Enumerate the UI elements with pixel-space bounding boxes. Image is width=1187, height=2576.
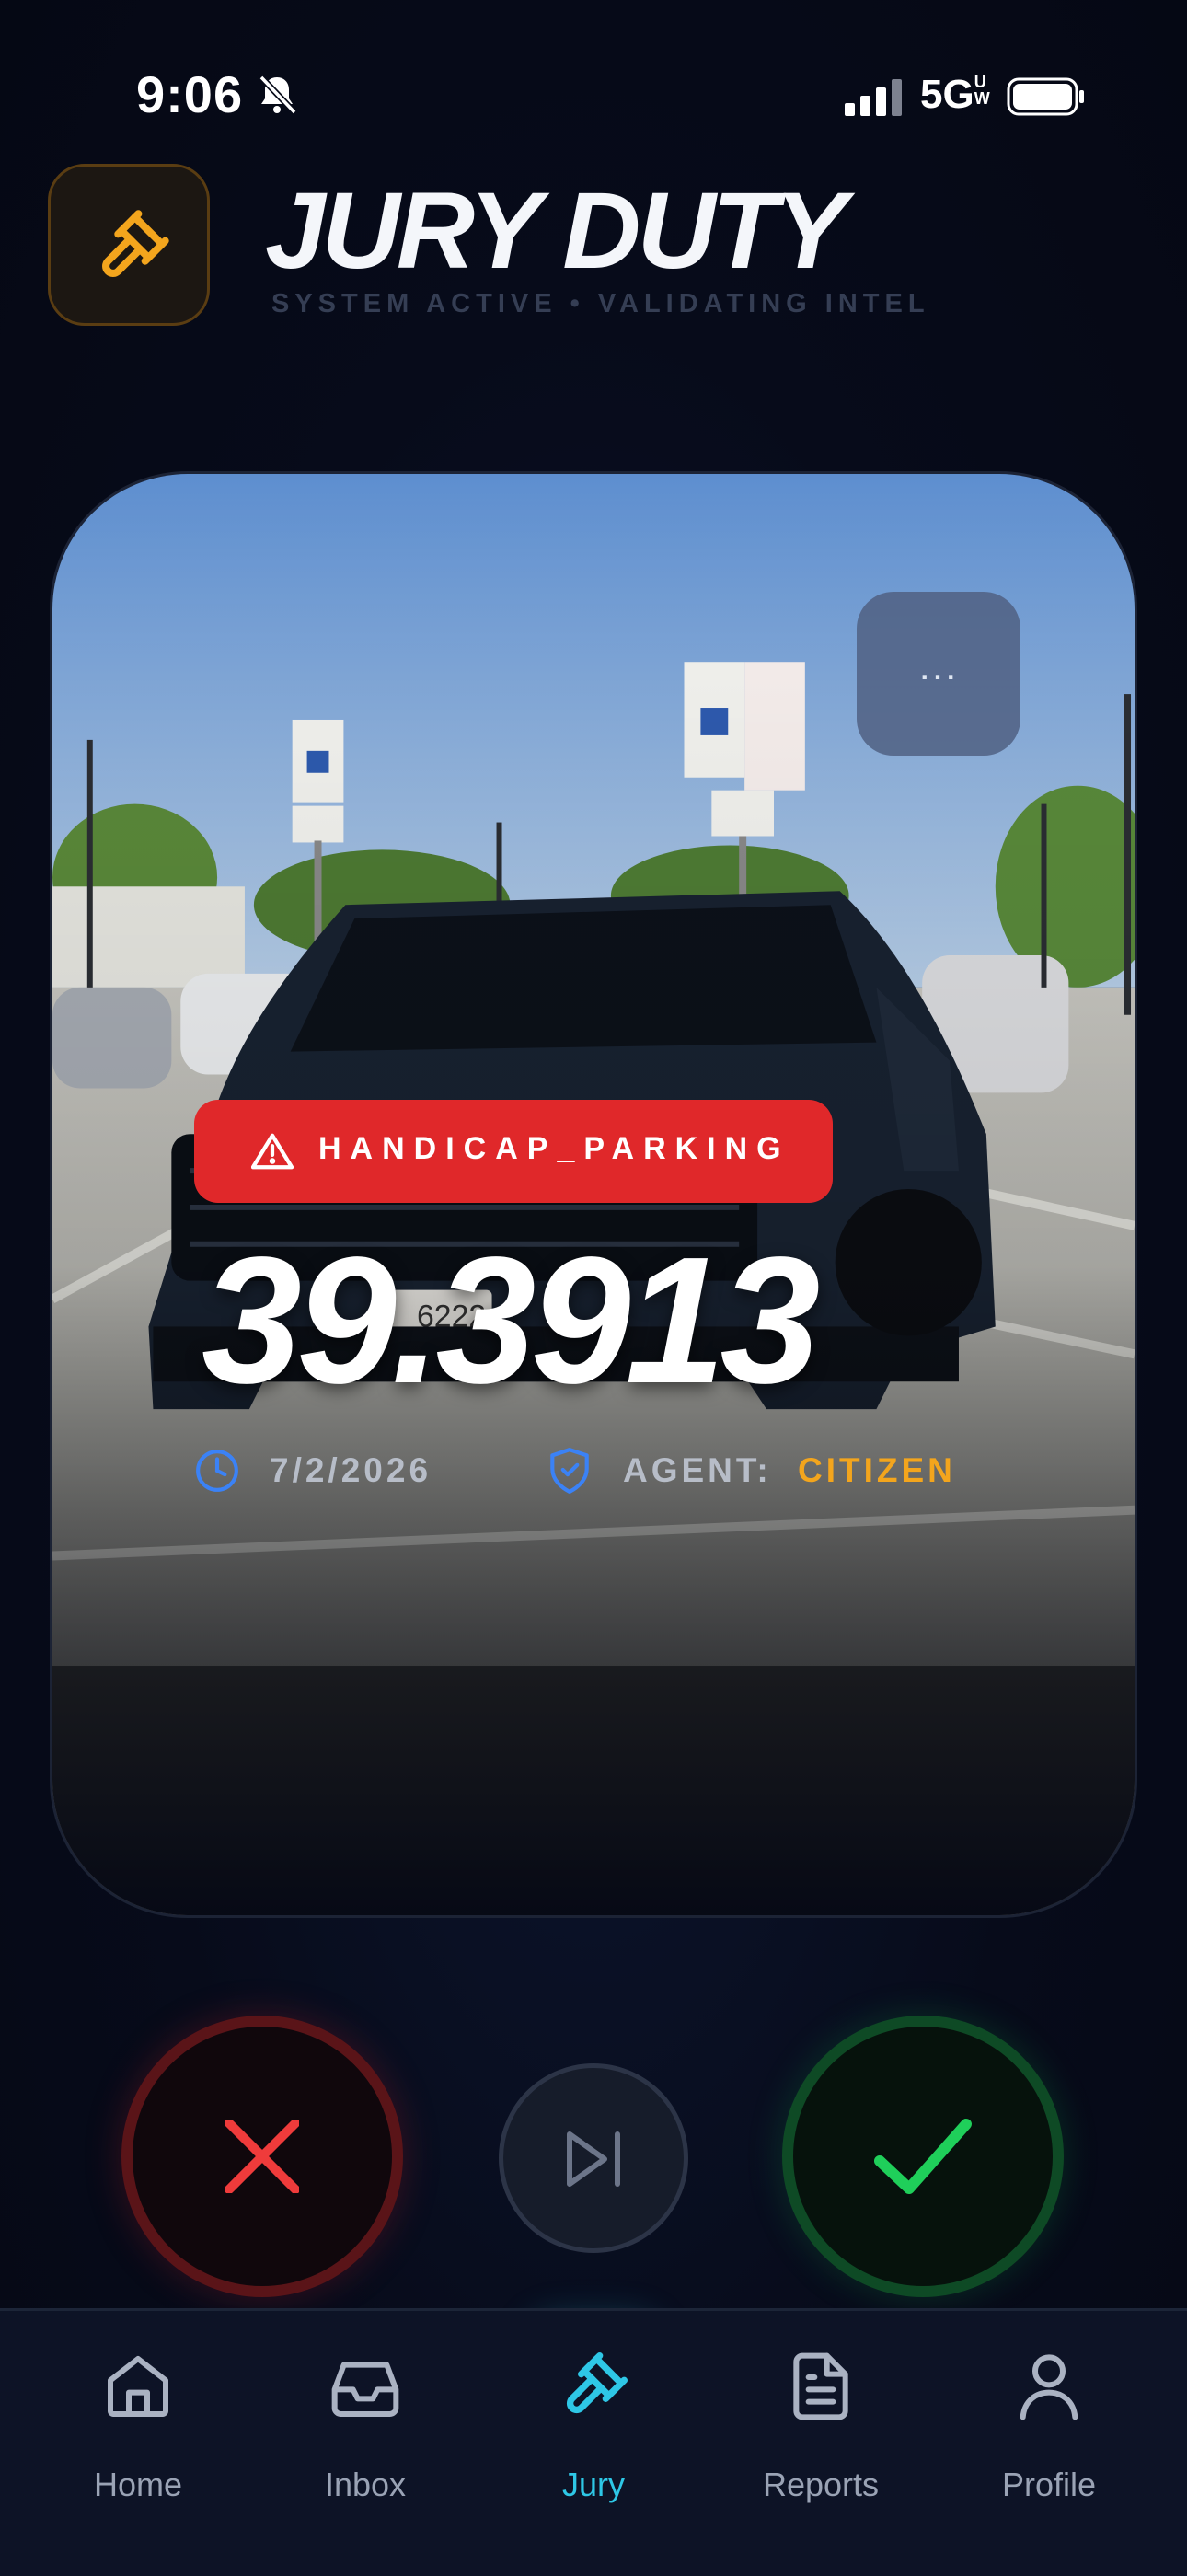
- network-type: 5GUW: [920, 72, 990, 117]
- tab-inbox[interactable]: Inbox: [273, 2311, 457, 2576]
- x-icon: [225, 2120, 299, 2193]
- status-time: 9:06: [136, 65, 244, 123]
- skip-button[interactable]: [499, 2063, 688, 2253]
- checkmark-icon: [874, 2119, 972, 2194]
- warning-icon: [251, 1133, 294, 1170]
- cellular-signal-icon: [845, 79, 902, 116]
- gavel-icon: [566, 2352, 628, 2414]
- page-title: JURY DUTY: [265, 170, 847, 292]
- skip-forward-icon: [567, 2131, 620, 2187]
- person-icon: [1020, 2354, 1078, 2420]
- tab-jury-label: Jury: [561, 2466, 625, 2503]
- tab-reports[interactable]: Reports: [729, 2311, 913, 2576]
- battery-icon: [1007, 77, 1084, 116]
- clock-icon: [196, 1450, 238, 1492]
- tab-profile-label: Profile: [1001, 2466, 1097, 2503]
- agent-label: AGENT:: [623, 1451, 772, 1489]
- gavel-icon: [102, 210, 169, 277]
- tab-home-label: Home: [93, 2466, 183, 2503]
- tab-profile[interactable]: Profile: [957, 2311, 1141, 2576]
- app-logo: [48, 164, 210, 326]
- inbox-icon: [331, 2362, 399, 2417]
- tab-jury[interactable]: Jury: [501, 2311, 686, 2576]
- report-date: 7/2/2026: [270, 1451, 432, 1489]
- tab-home[interactable]: Home: [46, 2311, 230, 2576]
- violation-badge: HANDICAP_PARKING: [194, 1100, 833, 1203]
- shield-icon: [550, 1448, 589, 1494]
- reject-button[interactable]: [121, 2016, 403, 2297]
- more-options-button[interactable]: ...: [857, 592, 1020, 756]
- tab-reports-label: Reports: [762, 2466, 880, 2503]
- home-icon: [108, 2356, 168, 2417]
- confidence-score: 39.3913: [202, 1219, 820, 1421]
- violation-type: HANDICAP_PARKING: [318, 1131, 790, 1166]
- tab-inbox-label: Inbox: [324, 2466, 407, 2503]
- agent-value: CITIZEN: [798, 1451, 956, 1489]
- document-icon: [793, 2352, 848, 2420]
- bell-muted-icon: [259, 75, 297, 115]
- approve-button[interactable]: [782, 2016, 1064, 2297]
- report-card[interactable]: 6222 ... HANDICAP_PARKING 39.3913 7/2/20…: [50, 471, 1137, 1918]
- more-options-icon: ...: [918, 643, 959, 688]
- tab-bar: Home Inbox Jury Reports Profile: [0, 2308, 1187, 2576]
- page-subtitle: SYSTEM ACTIVE • VALIDATING INTEL: [271, 289, 930, 318]
